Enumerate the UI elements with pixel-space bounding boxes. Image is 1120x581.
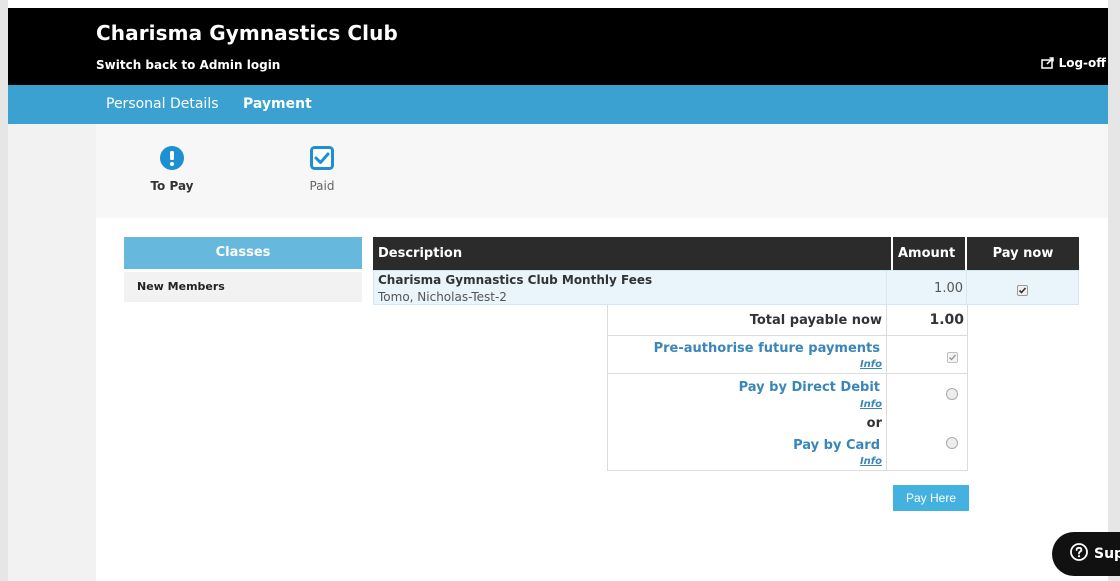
col-pay-now-header: Pay now: [967, 237, 1079, 270]
left-gutter: [8, 218, 96, 581]
logoff-link[interactable]: Log-off: [1040, 56, 1106, 70]
direct-debit-radio[interactable]: [946, 388, 958, 400]
switch-admin-link[interactable]: Switch back to Admin login: [96, 58, 280, 72]
logoff-icon: [1040, 57, 1055, 69]
preauth-checkbox[interactable]: [947, 348, 958, 367]
to-pay-label: To Pay: [150, 179, 194, 193]
exclamation-icon: [146, 146, 198, 173]
card-info-link[interactable]: Info: [620, 456, 882, 467]
status-to-pay[interactable]: To Pay: [146, 146, 198, 193]
tab-personal-details[interactable]: Personal Details: [106, 96, 219, 112]
classes-header: Classes: [124, 237, 362, 269]
support-button[interactable]: Sup: [1052, 532, 1120, 576]
paid-label: Paid: [309, 179, 335, 193]
support-label: Sup: [1094, 546, 1120, 562]
or-label: or: [866, 416, 882, 431]
options-divider: [607, 335, 968, 336]
direct-debit-info-link[interactable]: Info: [620, 399, 882, 410]
fee-amount: 1.00: [934, 281, 963, 296]
checkbox-checked-icon: [300, 146, 344, 173]
card-radio[interactable]: [946, 437, 958, 449]
status-paid[interactable]: Paid: [300, 146, 344, 193]
left-edge: [0, 0, 8, 581]
total-value: 1.00: [929, 312, 964, 328]
preauth-info-link[interactable]: Info: [620, 359, 882, 370]
tab-payment[interactable]: Payment: [243, 96, 312, 112]
direct-debit-label: Pay by Direct Debit: [738, 380, 880, 395]
row-divider: [886, 270, 887, 305]
main-nav: Personal Details Payment: [8, 85, 1108, 124]
fee-title: Charisma Gymnastics Club Monthly Fees: [378, 273, 653, 287]
pay-now-checkbox[interactable]: [1017, 281, 1028, 300]
class-item-new-members[interactable]: New Members: [124, 272, 362, 302]
logoff-label: Log-off: [1058, 56, 1106, 70]
preauth-label: Pre-authorise future payments: [653, 341, 880, 356]
help-icon: [1070, 543, 1088, 565]
pay-here-button[interactable]: Pay Here: [893, 485, 969, 511]
col-description-header: Description: [373, 237, 891, 270]
card-label: Pay by Card: [793, 438, 880, 453]
options-divider: [886, 305, 887, 471]
fee-member: Tomo, Nicholas-Test-2: [378, 290, 507, 304]
col-amount-header: Amount: [893, 237, 965, 270]
site-header: Charisma Gymnastics Club Switch back to …: [8, 8, 1108, 85]
status-band-inner: [96, 124, 1108, 218]
options-divider: [607, 373, 968, 374]
row-divider: [966, 270, 967, 305]
total-label: Total payable now: [749, 313, 882, 328]
club-title: Charisma Gymnastics Club: [96, 21, 398, 45]
right-edge: [1108, 0, 1120, 581]
